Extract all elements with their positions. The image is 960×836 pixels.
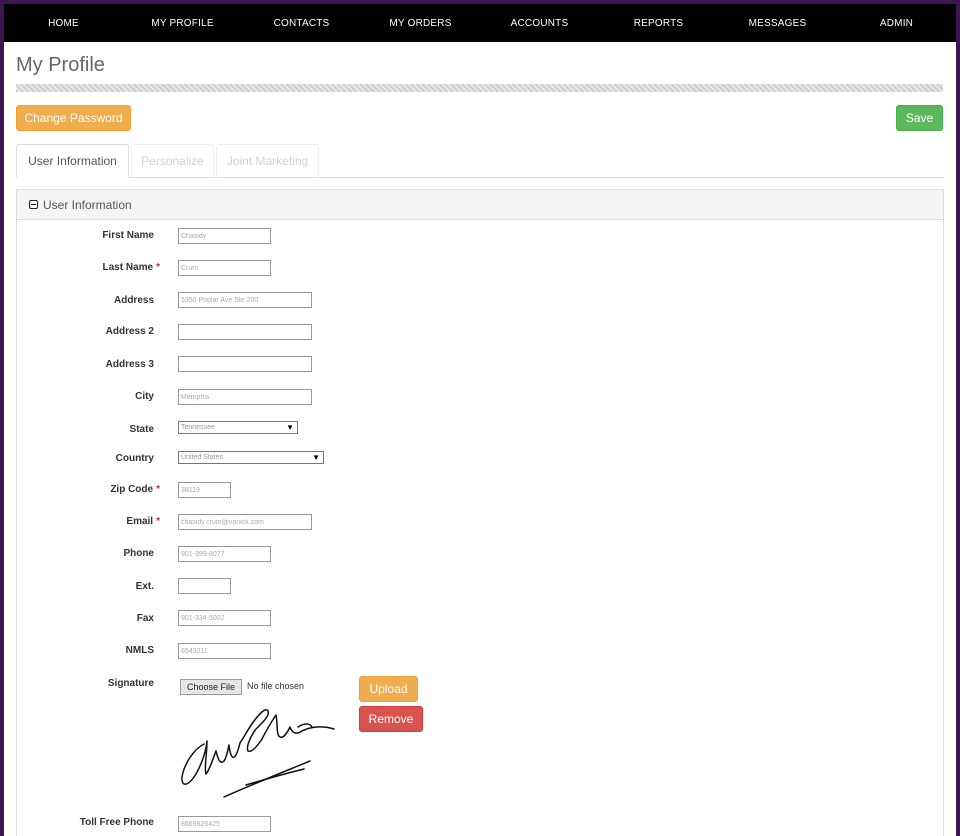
country-label: Country bbox=[115, 453, 154, 464]
nmls-label: NMLS bbox=[125, 645, 154, 656]
collapse-icon[interactable] bbox=[29, 200, 38, 209]
state-selected-value: Tennessee bbox=[181, 424, 215, 431]
address2-label: Address 2 bbox=[105, 326, 154, 337]
nmls-input[interactable] bbox=[178, 643, 271, 659]
city-label: City bbox=[135, 391, 154, 402]
dropdown-arrow-icon: ▼ bbox=[286, 423, 294, 432]
upload-button[interactable]: Upload bbox=[359, 676, 418, 702]
email-input[interactable] bbox=[178, 514, 312, 530]
state-label: State bbox=[129, 424, 154, 435]
change-password-button[interactable]: Change Password bbox=[16, 105, 131, 131]
toll-free-phone-input[interactable] bbox=[178, 816, 271, 832]
address3-label: Address 3 bbox=[105, 359, 154, 370]
choose-file-button[interactable]: Choose File bbox=[180, 679, 242, 695]
first-name-input[interactable] bbox=[178, 228, 271, 244]
signature-image bbox=[181, 709, 335, 798]
title-divider bbox=[16, 84, 943, 92]
dropdown-arrow-icon: ▼ bbox=[312, 453, 320, 462]
fax-input[interactable] bbox=[178, 610, 271, 626]
tab-user-information[interactable]: User Information bbox=[16, 144, 129, 178]
address-input[interactable] bbox=[178, 292, 312, 308]
signature-label: Signature bbox=[107, 678, 154, 689]
state-select[interactable]: Tennessee ▼ bbox=[178, 421, 298, 434]
nav-my-orders[interactable]: MY ORDERS bbox=[361, 18, 480, 29]
toll-free-phone-label: Toll Free Phone bbox=[79, 817, 154, 828]
zip-code-label: Zip Code * bbox=[110, 484, 160, 495]
city-input[interactable] bbox=[178, 389, 312, 405]
country-select[interactable]: United States ▼ bbox=[178, 451, 324, 464]
nav-reports[interactable]: REPORTS bbox=[599, 18, 718, 29]
fax-label: Fax bbox=[136, 613, 154, 624]
tab-joint-marketing[interactable]: Joint Marketing bbox=[216, 144, 319, 177]
nav-my-profile[interactable]: MY PROFILE bbox=[123, 18, 242, 29]
country-selected-value: United States bbox=[181, 454, 224, 461]
zip-code-input[interactable] bbox=[178, 482, 231, 498]
required-marker: * bbox=[156, 484, 160, 495]
ext-input[interactable] bbox=[178, 578, 231, 594]
nav-admin[interactable]: ADMIN bbox=[837, 18, 956, 29]
address3-input[interactable] bbox=[178, 356, 312, 372]
tab-personalize[interactable]: Personalize bbox=[131, 144, 214, 177]
nav-home[interactable]: HOME bbox=[4, 18, 123, 29]
nav-messages[interactable]: MESSAGES bbox=[718, 18, 837, 29]
panel-header[interactable]: User Information bbox=[17, 190, 943, 220]
nav-contacts[interactable]: CONTACTS bbox=[242, 18, 361, 29]
address2-input[interactable] bbox=[178, 324, 312, 340]
nav-accounts[interactable]: ACCOUNTS bbox=[480, 18, 599, 29]
page-title: My Profile bbox=[16, 54, 105, 76]
email-label: Email * bbox=[126, 516, 160, 527]
last-name-label: Last Name * bbox=[102, 262, 160, 273]
top-navigation: HOME MY PROFILE CONTACTS MY ORDERS ACCOU… bbox=[4, 4, 956, 42]
phone-label: Phone bbox=[123, 548, 154, 559]
user-information-panel: User Information bbox=[16, 189, 944, 836]
panel-title: User Information bbox=[43, 197, 132, 212]
save-button[interactable]: Save bbox=[896, 105, 943, 131]
last-name-input[interactable] bbox=[178, 260, 271, 276]
remove-button[interactable]: Remove bbox=[359, 706, 423, 732]
first-name-label: First Name bbox=[102, 230, 154, 241]
address-label: Address bbox=[113, 295, 154, 306]
profile-tabs: User Information Personalize Joint Marke… bbox=[16, 144, 943, 178]
phone-input[interactable] bbox=[178, 546, 271, 562]
file-status-text: No file chosen bbox=[247, 681, 305, 691]
ext-label: Ext. bbox=[135, 581, 154, 592]
required-marker: * bbox=[156, 516, 160, 527]
required-marker: * bbox=[156, 262, 160, 273]
app-frame: HOME MY PROFILE CONTACTS MY ORDERS ACCOU… bbox=[4, 4, 956, 836]
